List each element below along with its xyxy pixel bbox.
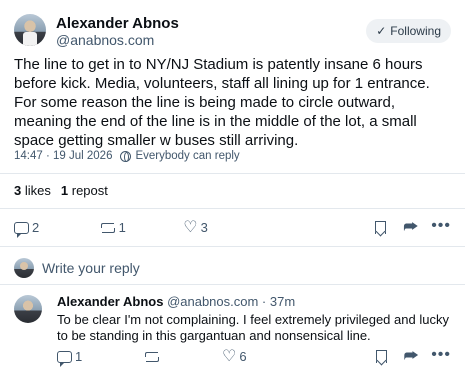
author-handle[interactable]: @anabnos.com: [56, 32, 154, 48]
repost-icon: [144, 351, 160, 363]
bookmark-icon: [376, 350, 388, 363]
globe-icon: [120, 150, 132, 162]
post-actions: 2 1 ♡ 3 ⮫ •••: [14, 216, 451, 238]
reply-author-name[interactable]: Alexander Abnos: [57, 294, 163, 309]
post-timestamp[interactable]: 14:47 · 19 Jul 2026: [14, 150, 112, 162]
reply-text: To be clear I'm not complaining. I feel …: [57, 312, 449, 343]
following-button[interactable]: ✓ Following: [366, 19, 451, 43]
divider: [0, 208, 465, 209]
reply-input-placeholder[interactable]: Write your reply: [42, 260, 140, 276]
bookmark-button[interactable]: [375, 221, 403, 234]
reply-button[interactable]: 2: [14, 220, 100, 238]
current-user-avatar: [14, 258, 34, 278]
heart-icon: ♡: [222, 347, 237, 365]
reply-handle-time[interactable]: @anabnos.com · 37m: [167, 294, 295, 309]
reply-bookmark-button[interactable]: [376, 350, 404, 363]
reply-like-count: 6: [239, 349, 247, 364]
share-icon: ⮫: [403, 218, 419, 236]
reply-composer[interactable]: Write your reply: [14, 258, 140, 278]
post-stats: 3 likes 1 repost: [14, 183, 108, 198]
share-button[interactable]: ⮫: [403, 218, 431, 236]
reply-actions: 1 ♡ 6 ⮫ •••: [57, 345, 451, 367]
reply-like-button[interactable]: ♡ 6: [222, 347, 376, 365]
more-button[interactable]: •••: [431, 216, 451, 235]
reply-more-button[interactable]: •••: [431, 345, 451, 364]
check-icon: ✓: [376, 24, 387, 38]
reply-repost-button[interactable]: [144, 351, 222, 363]
divider: [0, 246, 465, 247]
reply-reply-button[interactable]: 1: [57, 349, 144, 367]
author-name[interactable]: Alexander Abnos: [56, 15, 179, 32]
reposts-stat[interactable]: 1 repost: [61, 183, 108, 198]
divider: [0, 173, 465, 174]
reply-visibility[interactable]: Everybody can reply: [135, 150, 239, 162]
reply-count: 2: [32, 220, 40, 235]
author-avatar[interactable]: [14, 14, 46, 46]
more-icon: •••: [431, 345, 451, 363]
likes-stat[interactable]: 3 likes: [14, 183, 51, 198]
repost-icon: [100, 222, 116, 234]
like-count: 3: [200, 220, 208, 235]
post-text: The line to get in to NY/NJ Stadium is p…: [14, 56, 430, 149]
reply-share-button[interactable]: ⮫: [403, 347, 432, 365]
bookmark-icon: [375, 221, 387, 234]
like-button[interactable]: ♡ 3: [183, 218, 375, 236]
reply-header: Alexander Abnos @anabnos.com · 37m: [57, 294, 295, 309]
post-header: Alexander Abnos @anabnos.com ✓ Following: [14, 14, 451, 50]
reply-icon: [14, 221, 29, 238]
reply-icon: [57, 350, 72, 367]
repost-count: 1: [118, 220, 126, 235]
following-label: Following: [390, 24, 441, 38]
reply-reply-count: 1: [75, 349, 83, 364]
divider: [0, 284, 465, 285]
repost-button[interactable]: 1: [100, 220, 184, 235]
post-meta: 14:47 · 19 Jul 2026 Everybody can reply: [14, 150, 240, 162]
heart-icon: ♡: [183, 218, 198, 236]
reply-author-avatar[interactable]: [14, 295, 42, 323]
more-icon: •••: [431, 216, 451, 234]
share-icon: ⮫: [403, 347, 419, 365]
